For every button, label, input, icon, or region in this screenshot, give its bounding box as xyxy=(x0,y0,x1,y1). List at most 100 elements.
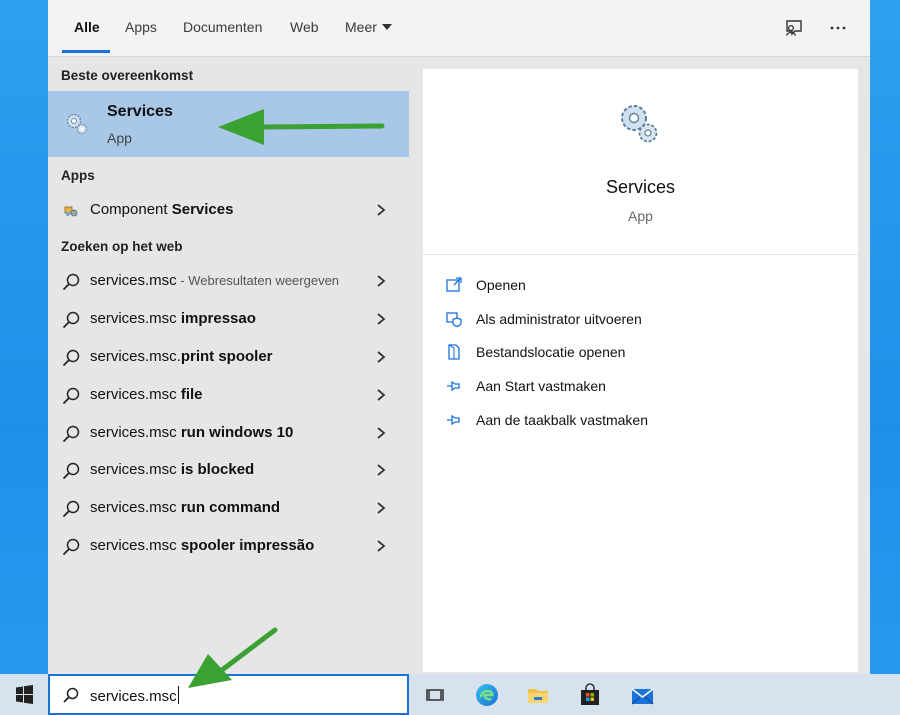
active-tab-indicator xyxy=(62,50,110,53)
search-icon xyxy=(62,425,80,443)
detail-subtitle: App xyxy=(628,208,653,224)
result-highlight: impressao xyxy=(180,310,256,327)
result-text: services.msc.print spooler xyxy=(90,348,273,365)
result-text: services.msc - Webresultaten weergeven xyxy=(90,272,339,289)
result-highlight: run windows 10 xyxy=(180,424,294,441)
section-label-best-match: Beste overeenkomst xyxy=(61,68,194,83)
web-result-row[interactable]: services.msc - Webresultaten weergeven xyxy=(48,263,409,299)
tab-all[interactable]: Alle xyxy=(74,19,100,35)
result-muted: - Webresultaten weergeven xyxy=(176,273,340,288)
web-result-row[interactable]: services.msc run windows 10 xyxy=(48,415,409,451)
admin-shield-icon xyxy=(446,312,462,328)
feedback-icon[interactable] xyxy=(779,14,807,42)
tab-more[interactable]: Meer xyxy=(345,19,392,35)
pin-icon xyxy=(447,380,460,392)
pin-icon xyxy=(447,414,460,426)
result-highlight: Services xyxy=(171,201,234,218)
result-plain: services.msc xyxy=(90,537,181,554)
taskbar: services.msc xyxy=(0,674,900,715)
search-icon xyxy=(62,311,80,329)
result-highlight: run command xyxy=(180,499,281,516)
action-run-as-admin[interactable]: Als administrator uitvoeren xyxy=(445,308,845,332)
windows-start-icon xyxy=(16,685,33,704)
search-icon xyxy=(62,387,80,405)
result-text: services.msc run command xyxy=(90,499,280,516)
detail-title: Services xyxy=(605,177,676,197)
search-icon xyxy=(62,273,80,291)
action-pin-to-taskbar[interactable]: Aan de taakbalk vastmaken xyxy=(445,409,845,433)
search-icon xyxy=(62,462,80,480)
chevron-right-icon xyxy=(377,502,386,514)
search-icon xyxy=(62,538,80,556)
ellipsis-icon[interactable] xyxy=(824,14,852,42)
web-result-row[interactable]: services.msc impressao xyxy=(48,301,409,337)
detail-divider xyxy=(423,254,858,255)
taskbar-search-input[interactable]: services.msc xyxy=(48,674,409,715)
chevron-right-icon xyxy=(377,351,386,363)
result-text: services.msc impressao xyxy=(90,310,256,327)
web-result-row[interactable]: services.msc file xyxy=(48,377,409,413)
chevron-right-icon xyxy=(377,275,386,287)
results-list: Beste overeenkomst Services App Apps Com… xyxy=(48,58,409,674)
section-label-apps: Apps xyxy=(61,168,95,183)
gears-icon xyxy=(615,101,663,149)
chevron-right-icon xyxy=(377,313,386,325)
chevron-right-icon xyxy=(377,389,386,401)
result-text: services.msc is blocked xyxy=(90,461,254,478)
windows-start-button[interactable] xyxy=(0,674,48,715)
result-text: services.msc run windows 10 xyxy=(90,424,293,441)
web-result-row[interactable]: services.msc.print spooler xyxy=(48,339,409,375)
tab-documents[interactable]: Documenten xyxy=(183,19,262,35)
text-cursor xyxy=(177,686,179,704)
tab-web[interactable]: Web xyxy=(290,19,319,35)
result-plain: services.msc xyxy=(90,272,177,289)
tab-more-label: Meer xyxy=(345,19,377,35)
file-location-icon xyxy=(448,344,460,360)
task-view-icon[interactable] xyxy=(420,680,450,710)
search-text: services.msc xyxy=(90,688,177,705)
result-text: Component Services xyxy=(90,201,233,218)
search-icon xyxy=(63,687,79,703)
action-label: Aan Start vastmaken xyxy=(476,378,606,394)
app-result-component-services[interactable]: Component Services xyxy=(48,192,409,228)
result-highlight: file xyxy=(180,386,203,403)
action-label: Openen xyxy=(476,277,526,293)
chevron-right-icon xyxy=(377,540,386,552)
result-plain: Component xyxy=(90,201,172,218)
caret-down-icon xyxy=(381,24,392,30)
chevron-right-icon xyxy=(377,427,386,439)
action-label: Als administrator uitvoeren xyxy=(476,311,642,327)
chevron-right-icon xyxy=(377,464,386,476)
best-match-subtitle: App xyxy=(107,130,132,146)
action-label: Aan de taakbalk vastmaken xyxy=(476,412,648,428)
web-result-row[interactable]: services.msc run command xyxy=(48,490,409,526)
search-icon xyxy=(62,349,80,367)
action-open-file-location[interactable]: Bestandslocatie openen xyxy=(445,341,845,365)
detail-pane: Services App Openen Als administrator ui… xyxy=(423,69,858,672)
search-value: services.msc xyxy=(90,686,179,705)
best-match-title: Services xyxy=(107,103,173,120)
open-icon xyxy=(446,277,462,292)
result-highlight: print spooler xyxy=(180,348,273,365)
action-label: Bestandslocatie openen xyxy=(476,344,626,360)
result-plain: services.msc xyxy=(90,424,181,441)
best-match-services[interactable]: Services App xyxy=(48,91,409,157)
tab-apps[interactable]: Apps xyxy=(125,19,157,35)
chevron-right-icon xyxy=(377,204,386,216)
mail-icon[interactable] xyxy=(627,680,657,710)
result-highlight: is blocked xyxy=(180,461,255,478)
search-tabs: Alle Apps Documenten Web Meer xyxy=(48,0,870,57)
result-text: services.msc file xyxy=(90,386,203,403)
web-result-row[interactable]: services.msc is blocked xyxy=(48,452,409,488)
result-text: services.msc spooler impressão xyxy=(90,537,314,554)
edge-icon[interactable] xyxy=(472,680,502,710)
action-open[interactable]: Openen xyxy=(445,274,845,298)
file-explorer-icon[interactable] xyxy=(523,680,553,710)
action-pin-to-start[interactable]: Aan Start vastmaken xyxy=(445,375,845,399)
store-icon[interactable] xyxy=(575,680,605,710)
component-services-icon xyxy=(61,201,81,221)
section-label-web: Zoeken op het web xyxy=(61,239,183,254)
web-result-row[interactable]: services.msc spooler impressão xyxy=(48,528,409,564)
result-plain: services.msc. xyxy=(90,348,181,365)
search-panel: Alle Apps Documenten Web Meer Beste over… xyxy=(48,0,870,674)
